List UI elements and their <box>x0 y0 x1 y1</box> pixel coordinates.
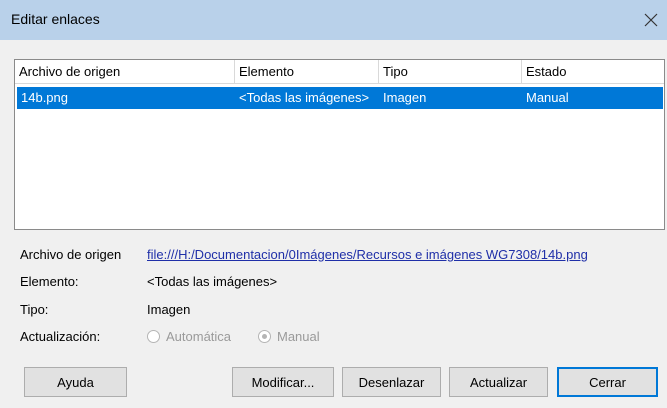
cell-type: Imagen <box>383 90 427 105</box>
radio-circle <box>258 330 271 343</box>
unlink-button[interactable]: Desenlazar <box>342 367 441 397</box>
update-label: Actualización: <box>20 329 101 344</box>
source-file-label: Archivo de origen <box>20 247 122 262</box>
cell-source: 14b.png <box>21 90 68 105</box>
links-table[interactable]: Archivo de origen Elemento Tipo Estado 1… <box>14 59 665 230</box>
help-button[interactable]: Ayuda <box>24 367 127 397</box>
title-bar: Editar enlaces <box>0 0 667 40</box>
source-file-link[interactable]: file:///H:/Documentacion/0Imágenes/Recur… <box>147 247 588 262</box>
column-header-element[interactable]: Elemento <box>235 60 379 83</box>
close-icon <box>644 13 658 27</box>
column-header-source[interactable]: Archivo de origen <box>15 60 235 83</box>
column-header-type[interactable]: Tipo <box>379 60 522 83</box>
type-label: Tipo: <box>20 302 49 317</box>
type-value: Imagen <box>147 302 191 317</box>
table-header: Archivo de origen Elemento Tipo Estado <box>15 60 664 84</box>
update-button[interactable]: Actualizar <box>449 367 548 397</box>
element-label: Elemento: <box>20 274 79 289</box>
column-header-status[interactable]: Estado <box>522 60 664 83</box>
cell-status: Manual <box>526 90 569 105</box>
radio-manual[interactable]: Manual <box>258 329 320 344</box>
radio-automatic[interactable]: Automática <box>147 329 231 344</box>
cell-element: <Todas las imágenes> <box>239 90 370 105</box>
close-button[interactable]: Cerrar <box>557 367 658 397</box>
element-value: <Todas las imágenes> <box>147 274 278 289</box>
table-row[interactable]: 14b.png <Todas las imágenes> Imagen Manu… <box>17 87 663 109</box>
close-window-button[interactable] <box>635 4 667 36</box>
modify-button[interactable]: Modificar... <box>232 367 334 397</box>
radio-circle <box>147 330 160 343</box>
radio-manual-label: Manual <box>277 329 320 344</box>
dialog-title: Editar enlaces <box>11 11 100 27</box>
radio-automatic-label: Automática <box>166 329 232 344</box>
